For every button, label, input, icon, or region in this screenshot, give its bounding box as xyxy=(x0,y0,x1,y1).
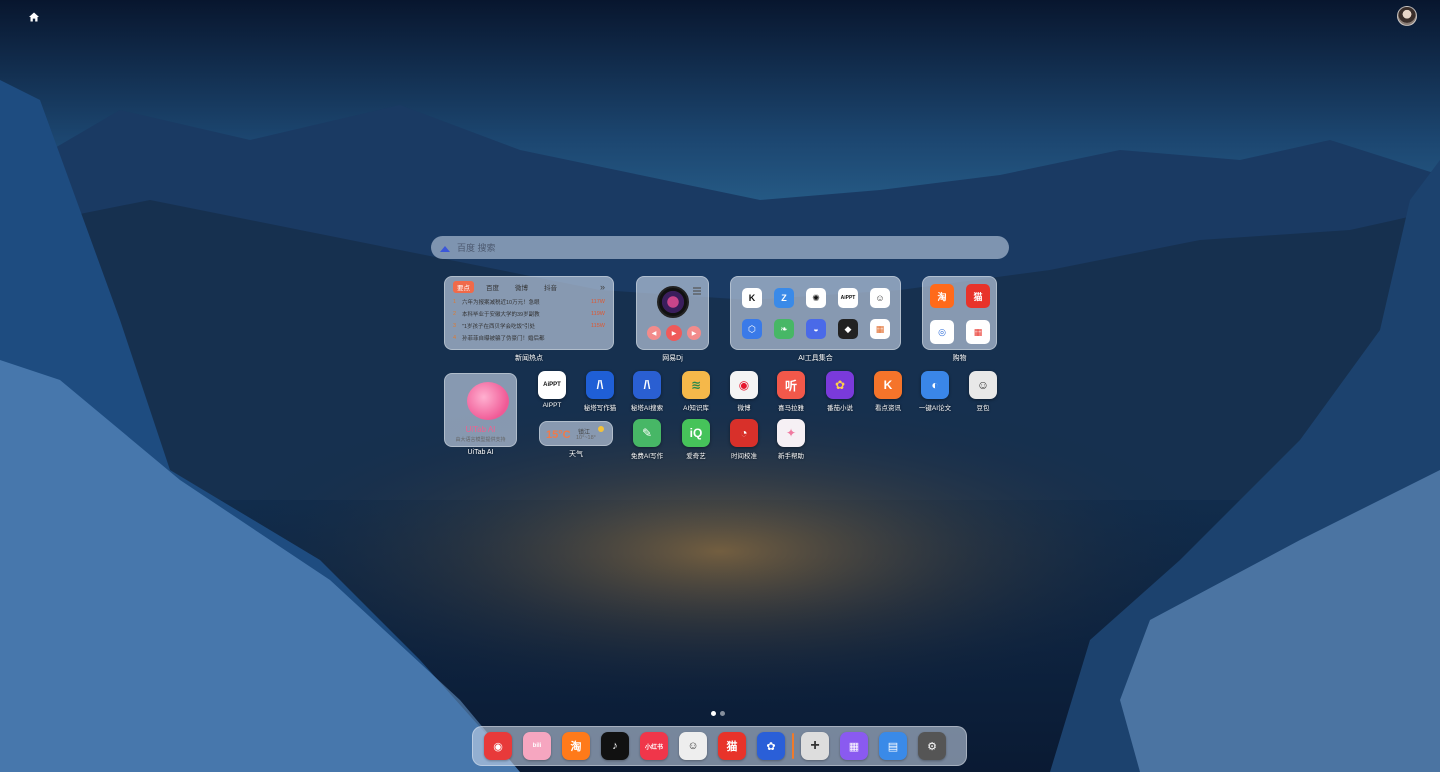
app-label: 豆包 xyxy=(976,405,990,412)
ai-tools-widget[interactable]: K Z ✺ AiPPT ☺ ⬡ ❧ ◒ ◆ ▦ xyxy=(730,276,901,350)
weather-range: 10°~18° xyxy=(576,435,596,441)
news-item[interactable]: 2 本科毕业于安徽大学的39岁副教 119W xyxy=(453,308,605,320)
dock-netease-music-icon[interactable]: ◉ xyxy=(484,732,512,760)
play-icon[interactable]: ▶ xyxy=(666,325,682,341)
news-title: "1岁孩子在西贝学会吃饭"引处 xyxy=(462,324,535,330)
news-item[interactable]: 3 "1岁孩子在西贝学会吃饭"引处 115W xyxy=(453,320,605,332)
page-dot[interactable] xyxy=(711,711,716,716)
shopping-widget[interactable]: 淘猫 ◎ ▦ xyxy=(922,276,997,350)
kimi-icon[interactable]: K xyxy=(742,288,762,308)
dock: ◉ bili 淘 ♪ 小红书 ☺ 猫 ✿ + ▦ ▤ ⚙ xyxy=(472,726,967,766)
app-label: 新手帮助 xyxy=(778,453,804,460)
ai-paper-icon: ◐ xyxy=(921,371,949,399)
playlist-icon[interactable] xyxy=(692,283,702,295)
tab-douyin[interactable]: 抖音 xyxy=(540,281,561,293)
leaf-icon[interactable]: ❧ xyxy=(774,319,794,339)
more-shop-icon[interactable]: ▦ xyxy=(966,320,990,344)
hunyuan-icon[interactable]: Z xyxy=(774,288,794,308)
whale-icon[interactable]: ◒ xyxy=(806,319,826,339)
music-widget-caption: 网易Dj xyxy=(662,355,683,362)
news-app-icon: K xyxy=(874,371,902,399)
news-heat: 115W xyxy=(591,323,605,329)
chatgpt-icon[interactable]: ✺ xyxy=(806,288,826,308)
sun-icon xyxy=(598,426,604,432)
music-widget[interactable]: ◀ ▶ ▶ xyxy=(636,276,709,350)
cat-icon[interactable]: ◆ xyxy=(838,319,858,339)
ximalaya-icon: 听 xyxy=(777,371,805,399)
news-title: 孙菲菲自曝被骗了伪豪门！婚后都 xyxy=(462,336,545,342)
news-title: 六年为报案减税近10万元！急眼 xyxy=(462,300,540,306)
dock-taobao-icon[interactable]: 淘 xyxy=(562,732,590,760)
dock-bilibili-icon[interactable]: bili xyxy=(523,732,551,760)
tab-weibo[interactable]: 微博 xyxy=(511,281,532,293)
free-ai-write-icon: ✎ xyxy=(633,419,661,447)
small-grid-icon[interactable]: ▦ xyxy=(870,319,890,339)
uitab-mascot-icon xyxy=(467,382,509,420)
weibo-icon: ◉ xyxy=(730,371,758,399)
shopping-caption: 购物 xyxy=(952,355,967,362)
page-dot[interactable] xyxy=(720,711,725,716)
tmall-icon[interactable]: 猫 xyxy=(966,284,990,308)
double-chevron-right-icon[interactable]: » xyxy=(600,282,605,292)
weather-temperature: 15°C xyxy=(546,429,571,441)
help-icon: ✦ xyxy=(777,419,805,447)
user-avatar[interactable] xyxy=(1397,6,1417,26)
news-heat: 117W xyxy=(591,299,605,305)
avatar-mini-icon[interactable]: ☺ xyxy=(870,288,890,308)
qidian-icon: ✿ xyxy=(826,371,854,399)
news-widget[interactable]: 要点 百度 微博 抖音 » 1 六年为报案减税近10万元！急眼 117W 2 本… xyxy=(444,276,614,350)
uitab-desc: 由大语言模型提供支持 xyxy=(455,437,506,443)
page-indicator xyxy=(711,711,725,716)
mita-search-icon: /\ xyxy=(633,371,661,399)
home-icon[interactable] xyxy=(26,9,42,25)
news-rank: 4 xyxy=(453,335,457,341)
news-heat: 119W xyxy=(591,311,605,317)
dock-wallpaper-icon[interactable]: ▤ xyxy=(879,732,907,760)
search-bar[interactable] xyxy=(431,236,1009,259)
news-rank: 3 xyxy=(453,323,457,329)
news-item[interactable]: 4 孙菲菲自曝被骗了伪豪门！婚后都 xyxy=(453,332,605,344)
dock-settings-icon[interactable]: ⚙ xyxy=(918,732,946,760)
uitab-ai-widget[interactable]: UiTab AI 由大语言模型提供支持 xyxy=(444,373,517,447)
news-rank: 1 xyxy=(453,299,457,305)
aippt-icon: AiPPT xyxy=(538,371,566,399)
uitab-name: UiTab AI xyxy=(465,425,496,434)
doubao-icon: ☺ xyxy=(969,371,997,399)
ai-knowledge-icon: ≋ xyxy=(682,371,710,399)
news-rank: 2 xyxy=(453,311,457,317)
ai-tools-caption: AI工具集合 xyxy=(798,355,833,362)
jd-icon[interactable]: ◎ xyxy=(930,320,954,344)
aippt-mini-icon[interactable]: AiPPT xyxy=(838,288,858,308)
dock-xiaohongshu-icon[interactable]: 小红书 xyxy=(640,732,668,760)
dock-theme-icon[interactable]: ▦ xyxy=(840,732,868,760)
news-item[interactable]: 1 六年为报案减税近10万元！急眼 117W xyxy=(453,296,605,308)
news-widget-caption: 新闻热点 xyxy=(515,355,543,362)
previous-track-icon[interactable]: ◀ xyxy=(647,326,661,340)
time-calib-icon: ◔ xyxy=(730,419,758,447)
taobao-icon[interactable]: 淘 xyxy=(930,284,954,308)
hex-icon[interactable]: ⬡ xyxy=(742,319,762,339)
app-help[interactable]: ✦ 新手帮助 xyxy=(761,419,821,460)
uitab-caption: UiTab AI xyxy=(467,449,494,456)
next-track-icon[interactable]: ▶ xyxy=(687,326,701,340)
app-doubao[interactable]: ☺ 豆包 xyxy=(953,371,1013,412)
weather-caption: 天气 xyxy=(569,451,583,458)
dock-add-icon[interactable]: + xyxy=(801,732,829,760)
news-list: 1 六年为报案减税近10万元！急眼 117W 2 本科毕业于安徽大学的39岁副教… xyxy=(445,293,613,347)
tab-baidu[interactable]: 百度 xyxy=(482,281,503,293)
dock-tiktok-icon[interactable]: ♪ xyxy=(601,732,629,760)
dock-doubao-icon[interactable]: ☺ xyxy=(679,732,707,760)
search-input[interactable] xyxy=(457,242,997,253)
mita-write-icon: /\ xyxy=(586,371,614,399)
iqiyi-icon: iQ xyxy=(682,419,710,447)
tab-hot[interactable]: 要点 xyxy=(453,281,474,293)
dock-tmall-icon[interactable]: 猫 xyxy=(718,732,746,760)
album-disc[interactable] xyxy=(657,286,689,318)
weather-widget[interactable]: 15°C 镇江 10°~18° xyxy=(539,421,613,446)
dock-baidu-icon[interactable]: ✿ xyxy=(757,732,785,760)
news-title: 本科毕业于安徽大学的39岁副教 xyxy=(462,312,540,318)
search-engine-icon[interactable] xyxy=(439,242,451,254)
dock-divider xyxy=(792,733,794,759)
